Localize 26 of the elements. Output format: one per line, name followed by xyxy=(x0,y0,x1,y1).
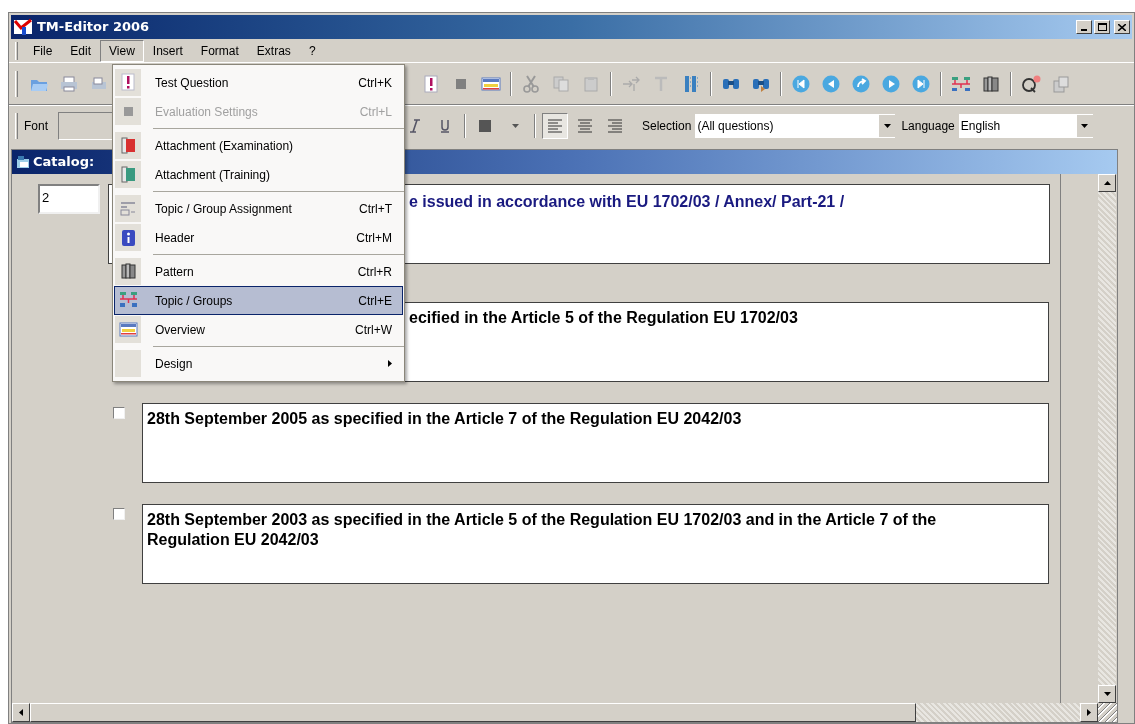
answer-text-field[interactable]: 28th September 2005 as specified in the Article 7 of the Regulation EU 2042/03 xyxy=(142,403,1049,483)
menu-item[interactable]: Overview Ctrl+W xyxy=(114,315,403,344)
menu-item[interactable]: Edit xyxy=(61,39,101,62)
menu-item[interactable]: Test Question Ctrl+K xyxy=(114,68,403,97)
menu-item[interactable]: Topic / Groups Ctrl+E xyxy=(114,286,403,315)
menu-item[interactable]: Header Ctrl+M xyxy=(114,223,403,252)
menu-item[interactable]: View xyxy=(100,39,144,62)
answer-text-field[interactable]: 28th September 2003 as specified in the Article 5 of the Regulation EU 1702/03 and in the Article 7 of the Regulation EU 2042/03 xyxy=(142,504,1049,584)
language-label: Language xyxy=(901,117,955,135)
menu-item[interactable]: Format xyxy=(191,39,248,62)
menu-item[interactable]: Attachment (Training) xyxy=(114,160,403,189)
menu-item[interactable]: Extras xyxy=(247,39,300,62)
question-number-field[interactable]: 2 xyxy=(38,184,100,214)
menu-item[interactable]: File xyxy=(24,39,62,62)
language-dropdown[interactable]: English xyxy=(958,113,1093,138)
font-label: Font xyxy=(24,117,48,135)
selection-dropdown[interactable]: (All questions) xyxy=(695,113,896,138)
selection-label: Selection xyxy=(642,117,692,135)
catalog-title: Catalog: xyxy=(33,153,95,172)
menu-item[interactable]: Attachment (Examination) xyxy=(114,131,403,160)
menu-item[interactable]: Topic / Group Assignment Ctrl+T xyxy=(114,194,403,223)
window-title: TM-Editor 2006 xyxy=(37,18,150,37)
menu-item[interactable]: Design xyxy=(114,349,403,378)
menu-item[interactable]: Insert xyxy=(143,39,192,62)
menu-item[interactable]: ? xyxy=(299,39,325,62)
menu-item[interactable]: Pattern Ctrl+R xyxy=(114,257,403,286)
